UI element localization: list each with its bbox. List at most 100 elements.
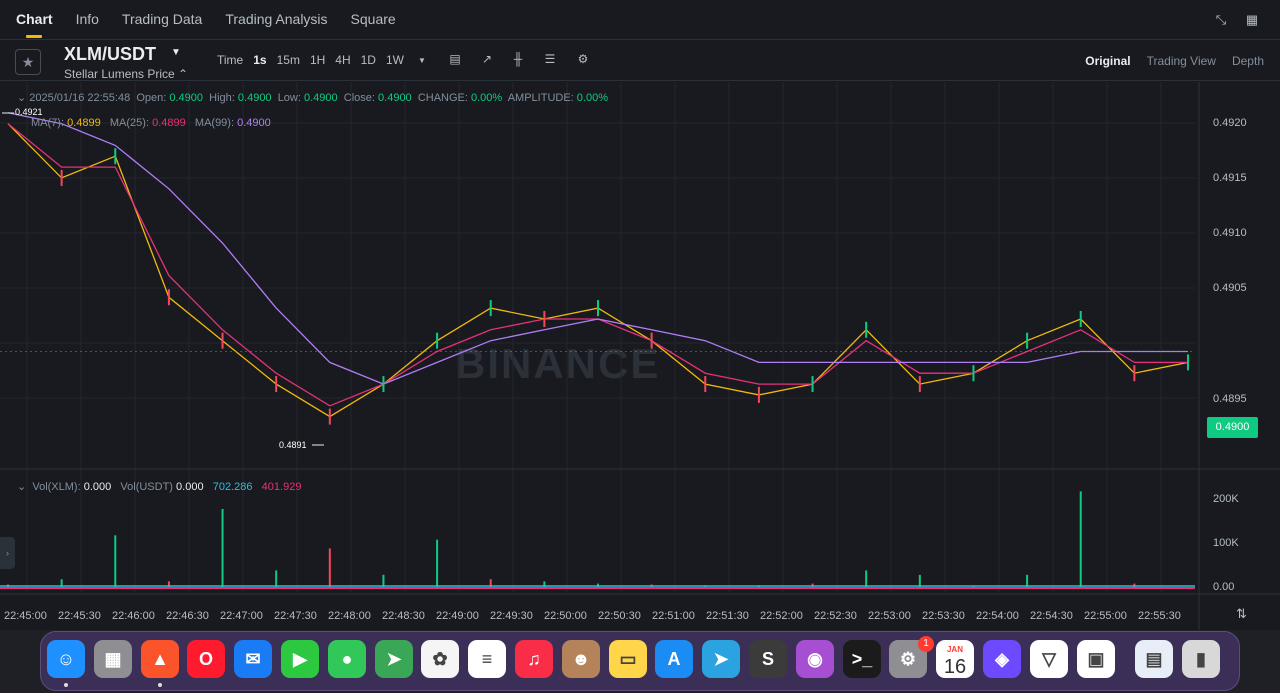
- notification-badge: 1: [918, 636, 934, 652]
- interval-1s[interactable]: 1s: [253, 53, 266, 67]
- view-selector: Original Trading View Depth: [1069, 54, 1264, 68]
- dock-music-icon[interactable]: ♫: [515, 640, 553, 678]
- low-value: 0.4900: [304, 92, 338, 104]
- time-tick: 22:52:00: [760, 610, 803, 622]
- calendar-icon[interactable]: ▤: [448, 52, 462, 66]
- vol-xlm-value: 0.000: [83, 481, 112, 493]
- time-tick: 22:45:00: [4, 610, 47, 622]
- dock-sublime-text-icon[interactable]: S: [749, 640, 787, 678]
- tab-square[interactable]: Square: [351, 0, 396, 40]
- volume-bar: [1079, 491, 1082, 588]
- running-indicator: [158, 683, 162, 687]
- dock-reminders-icon[interactable]: ≡: [468, 640, 506, 678]
- dock-maps-icon[interactable]: ➤: [375, 640, 413, 678]
- dock-photos-icon[interactable]: ✿: [421, 640, 459, 678]
- interval-15m[interactable]: 15m: [277, 53, 300, 67]
- tab-trading-data[interactable]: Trading Data: [122, 0, 202, 40]
- dock-messages-icon[interactable]: ●: [328, 640, 366, 678]
- dock-calendar-icon[interactable]: JAN 16: [936, 640, 974, 678]
- interval-1d[interactable]: 1D: [361, 53, 376, 67]
- interval-1w[interactable]: 1W: [386, 53, 404, 67]
- view-depth[interactable]: Depth: [1232, 54, 1264, 68]
- tab-chart[interactable]: Chart: [16, 0, 53, 40]
- dock-office-icon[interactable]: ▣: [1077, 640, 1115, 678]
- dock-notes-icon[interactable]: ▭: [609, 640, 647, 678]
- volume-bar: [221, 508, 224, 588]
- dock-app-store-icon[interactable]: A: [655, 640, 693, 678]
- price-tick-3: 0.4905: [1213, 282, 1247, 294]
- ma-legend: MA(7): 0.4899 MA(25): 0.4899 MA(99): 0.4…: [31, 117, 271, 129]
- open-label: Open:: [136, 92, 167, 104]
- time-tick: 22:47:00: [220, 610, 263, 622]
- price-tick-1: 0.4915: [1213, 172, 1247, 184]
- view-trading-view[interactable]: Trading View: [1147, 54, 1216, 68]
- interval-1h[interactable]: 1H: [310, 53, 325, 67]
- dock-podcasts-icon[interactable]: ◉: [796, 640, 834, 678]
- dock-proton-vpn-icon[interactable]: ◈: [983, 640, 1021, 678]
- interval-selector: Time 1s 15m 1H 4H 1D 1W ▼: [217, 53, 436, 67]
- ma25-value: 0.4899: [152, 117, 186, 129]
- dock-contacts-icon[interactable]: ☻: [562, 640, 600, 678]
- grid-icon[interactable]: ▦: [1244, 12, 1260, 28]
- dock-finder-icon[interactable]: ☺: [47, 640, 85, 678]
- dock-proton-icon[interactable]: ▽: [1030, 640, 1068, 678]
- vol-xlm-label: Vol(XLM):: [32, 481, 81, 493]
- ma25-label: MA(25):: [109, 117, 150, 129]
- low-marker: 0.4891: [279, 440, 307, 450]
- collapse-icon[interactable]: ⤡: [1213, 12, 1229, 28]
- interval-4h[interactable]: 4H: [335, 53, 350, 67]
- symbol-subtitle[interactable]: Stellar Lumens Price ⌃: [64, 67, 188, 81]
- high-marker: 0.4921: [15, 107, 43, 117]
- symbol-pair[interactable]: XLM/USDT: [64, 44, 156, 65]
- volume-tick-0: 200K: [1213, 493, 1239, 505]
- low-label: Low:: [277, 92, 301, 104]
- side-panel-toggle-icon[interactable]: ›: [0, 537, 15, 569]
- chart-app: Chart Info Trading Data Trading Analysis…: [0, 0, 1280, 630]
- chart-area[interactable]: BINANCE ⌄ 2025/01/16 22:55:48 Open: 0.49…: [0, 82, 1280, 630]
- indicator-icon[interactable]: ↗: [480, 52, 494, 66]
- dock-brave-icon[interactable]: ▲: [141, 640, 179, 678]
- layout-icon[interactable]: ☰: [543, 52, 557, 66]
- legend-collapse-icon[interactable]: ⌄: [17, 92, 26, 104]
- settings-icon[interactable]: ⚙: [576, 52, 590, 66]
- chevron-down-icon[interactable]: ▼: [171, 47, 181, 58]
- time-tick: 22:49:30: [490, 610, 533, 622]
- time-tick: 22:53:00: [868, 610, 911, 622]
- ma7-label: MA(7):: [31, 117, 64, 129]
- vol-ma2-value: 401.929: [261, 481, 302, 493]
- dock-mail-icon[interactable]: ✉: [234, 640, 272, 678]
- calendar-month: JAN: [946, 645, 963, 654]
- interval-more-icon[interactable]: ▼: [418, 56, 426, 65]
- dock-opera-icon[interactable]: O: [187, 640, 225, 678]
- volume-tick-2: 0.00: [1213, 581, 1235, 593]
- price-tick-2: 0.4910: [1213, 227, 1247, 239]
- dock-telegram-icon[interactable]: ➤: [702, 640, 740, 678]
- view-original[interactable]: Original: [1085, 54, 1130, 68]
- dock-terminal-icon[interactable]: >_: [843, 640, 881, 678]
- tab-info[interactable]: Info: [76, 0, 99, 40]
- dock-launchpad-icon[interactable]: ▦: [94, 640, 132, 678]
- candle-type-icon[interactable]: ╫: [511, 52, 525, 66]
- dock-preview-icon[interactable]: ▤: [1135, 640, 1173, 678]
- symbol-bar: ★ XLM/USDT ▼ Stellar Lumens Price ⌃ Time…: [0, 41, 1280, 81]
- volume-bar: [114, 535, 117, 588]
- series-line-1: [7, 123, 1188, 407]
- dock-trash-icon[interactable]: ▮: [1182, 640, 1220, 678]
- tab-trading-analysis[interactable]: Trading Analysis: [225, 0, 327, 40]
- time-tick: 22:52:30: [814, 610, 857, 622]
- fit-axis-icon[interactable]: ⇅: [1236, 606, 1247, 622]
- ma99-label: MA(99):: [194, 117, 235, 129]
- time-tick: 22:45:30: [58, 610, 101, 622]
- price-tick-0: 0.4920: [1213, 117, 1247, 129]
- price-chart[interactable]: [0, 82, 1280, 630]
- dock-facetime-icon[interactable]: ▶: [281, 640, 319, 678]
- calendar-day: 16: [943, 656, 967, 678]
- high-value: 0.4900: [237, 92, 272, 104]
- interval-time[interactable]: Time: [217, 53, 243, 67]
- favorite-star-icon[interactable]: ★: [15, 49, 41, 75]
- ma7-value: 0.4899: [67, 117, 101, 129]
- volume-tick-1: 100K: [1213, 537, 1239, 549]
- time-tick: 22:55:30: [1138, 610, 1181, 622]
- volume-collapse-icon[interactable]: ⌄: [17, 481, 26, 493]
- amplitude-label: AMPLITUDE:: [507, 92, 574, 104]
